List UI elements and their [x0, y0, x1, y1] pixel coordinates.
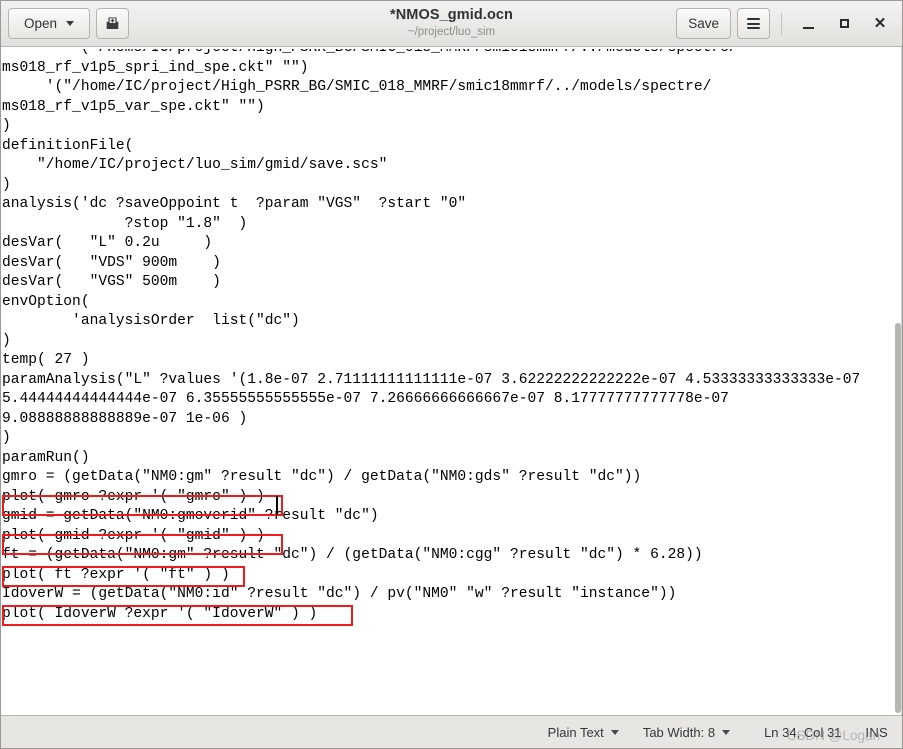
code-line: plot( gmid ?expr '( "gmid" ) ) — [2, 527, 265, 544]
close-icon: ✕ — [873, 15, 887, 32]
chevron-down-icon — [610, 729, 619, 735]
code-line: '("/home/IC/project/High_PSRR_BG/SMIC_01… — [2, 79, 712, 96]
new-document-button[interactable] — [96, 8, 129, 39]
open-button[interactable]: Open — [8, 8, 90, 39]
code-line: ?stop "1.8" ) — [2, 215, 248, 232]
chevron-down-icon — [66, 21, 75, 26]
save-button[interactable]: Save — [676, 8, 731, 39]
code-line: ) — [2, 118, 11, 135]
scrollbar-thumb[interactable] — [895, 323, 901, 713]
code-line: desVar( "VGS" 500m ) — [2, 274, 221, 291]
code-line: ) — [2, 430, 11, 447]
code-line: gmro = (getData("NM0:gm" ?result "dc") /… — [2, 469, 642, 486]
code-line: "/home/IC/project/luo_sim/gmid/save.scs" — [2, 157, 388, 174]
text-cursor — [276, 496, 278, 515]
code-line: plot( ft ?expr '( "ft" ) ) — [2, 566, 230, 583]
open-button-label: Open — [23, 16, 58, 31]
window-header-bar: Open *NMOS_gmid.ocn ~/project/luo_sim Sa… — [1, 1, 902, 47]
code-line: desVar( "VDS" 900m ) — [2, 254, 221, 271]
code-line: paramRun() — [2, 449, 90, 466]
code-line: envOption( — [2, 293, 90, 310]
header-separator — [781, 12, 782, 35]
cursor-position-label: Ln 34, Col 31 — [764, 724, 842, 740]
code-line: ms018_rf_v1p5_var_spe.ckt" "") — [2, 98, 265, 115]
tab-width-label: Tab Width: 8 — [642, 724, 716, 740]
code-line: definitionFile( — [2, 137, 134, 154]
code-line: temp( 27 ) — [2, 352, 90, 369]
code-line: plot( IdoverW ?expr '( "IdoverW" ) ) — [2, 605, 318, 622]
new-document-icon — [106, 17, 119, 29]
language-selector[interactable]: Plain Text — [548, 725, 619, 740]
code-line: IdoverW = (getData("NM0:id" ?result "dc"… — [2, 586, 677, 603]
code-line: paramAnalysis("L" ?values '(1.8e-07 2.71… — [2, 371, 861, 388]
file-path-subtitle: ~/project/luo_sim — [407, 25, 496, 38]
save-button-label: Save — [688, 16, 719, 31]
code-line: ms018_rf_v1p5_spri_ind_spe.ckt" "") — [2, 59, 309, 76]
header-right-controls: Save ✕ — [676, 8, 895, 39]
code-line: ) — [2, 332, 11, 349]
maximize-button[interactable] — [829, 9, 859, 39]
language-label: Plain Text — [547, 724, 604, 740]
text-editor-window: Open *NMOS_gmid.ocn ~/project/luo_sim Sa… — [0, 0, 903, 749]
code-line: ft = (getData("NM0:gm" ?result "dc") / (… — [2, 547, 703, 564]
cursor-position: Ln 34, Col 31 — [764, 725, 841, 740]
maximize-icon — [839, 19, 849, 28]
code-line: desVar( "L" 0.2u ) — [2, 235, 213, 252]
code-line: analysis('dc ?saveOppoint t ?param "VGS"… — [2, 196, 467, 213]
main-menu-button[interactable] — [737, 8, 770, 39]
insert-mode-label: INS — [865, 724, 888, 740]
tab-width-selector[interactable]: Tab Width: 8 — [642, 724, 731, 740]
code-line: 9.08888888888889e-07 1e-06 ) — [2, 410, 248, 427]
code-text[interactable]: '("/home/IC/project/High_PSRR_BG/SMIC_01… — [1, 47, 860, 624]
page-title: *NMOS_gmid.ocn — [389, 7, 514, 24]
header-left-controls: Open — [8, 8, 129, 39]
hamburger-menu-icon — [747, 18, 760, 29]
minimize-icon — [802, 26, 814, 29]
minimize-button[interactable] — [793, 9, 823, 39]
status-bar: Plain Text Tab Width: 8 Ln 34, Col 31 IN… — [1, 715, 902, 748]
code-line: plot( gmro ?expr '( "gmro" ) ) — [2, 488, 265, 505]
editor-top-clip — [1, 47, 902, 49]
code-line: 'analysisOrder list("dc") — [2, 313, 300, 330]
insert-mode-indicator: INS — [865, 725, 888, 740]
chevron-down-icon — [722, 729, 731, 735]
code-line: ) — [2, 176, 11, 193]
code-line: gmid = getData("NM0:gmoverid" ?result "d… — [2, 508, 379, 525]
editor-area[interactable]: '("/home/IC/project/High_PSRR_BG/SMIC_01… — [1, 47, 902, 715]
code-line: 5.44444444444444e-07 6.35555555555555e-0… — [2, 391, 729, 408]
vertical-scrollbar[interactable] — [893, 47, 902, 715]
close-button[interactable]: ✕ — [865, 9, 895, 39]
